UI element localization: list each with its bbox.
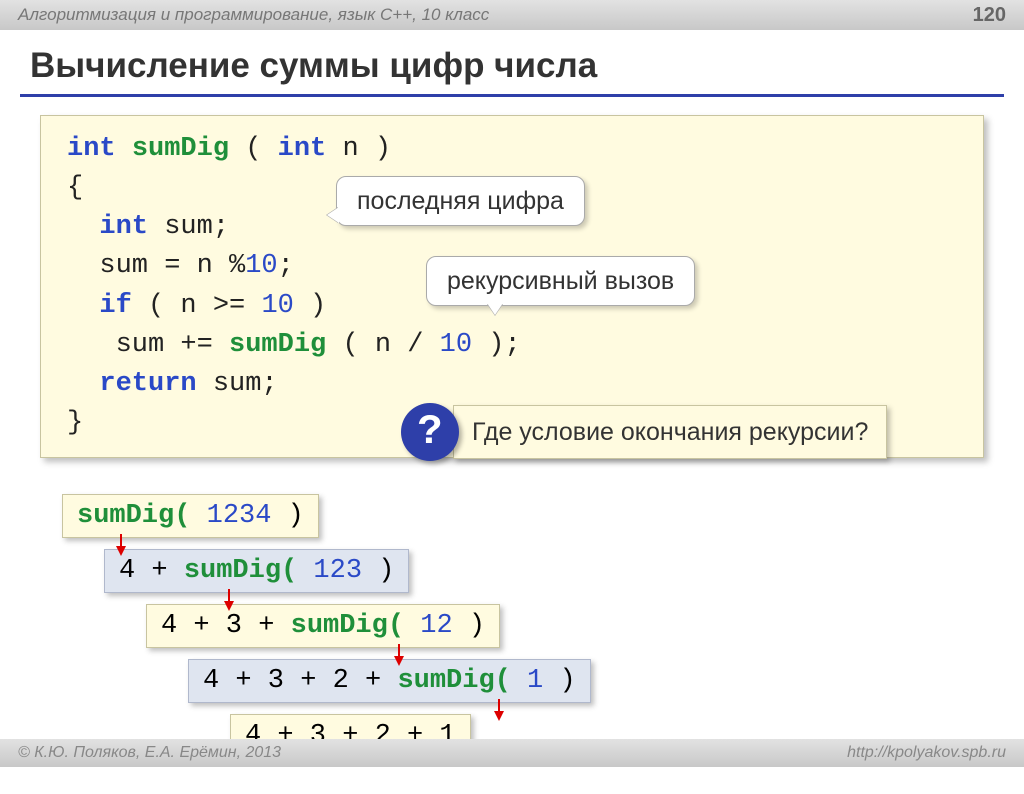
header: Алгоритмизация и программирование, язык …	[0, 0, 1024, 30]
footer-copyright: © К.Ю. Поляков, Е.А. Ерёмин, 2013	[18, 744, 281, 762]
footer-url: http://kpolyakov.spb.ru	[847, 744, 1006, 762]
question-text: Где условие окончания рекурсии?	[453, 405, 887, 459]
arrow-icon	[392, 644, 406, 666]
code-line-6: sum += sumDig ( n / 10 );	[67, 326, 965, 365]
arrow-icon	[222, 589, 236, 611]
callout-recursive-call: рекурсивный вызов	[426, 256, 695, 306]
page-number: 120	[973, 4, 1006, 27]
trace-row-1: sumDig( 1234 )	[62, 494, 319, 538]
title-underline	[20, 94, 1004, 97]
trace-row-4: 4 + 3 + 2 + sumDig( 1 )	[188, 659, 591, 703]
code-block: int sumDig ( int n ) { int sum; sum = n …	[40, 115, 984, 458]
footer: © К.Ю. Поляков, Е.А. Ерёмин, 2013 http:/…	[0, 739, 1024, 767]
trace-row-3: 4 + 3 + sumDig( 12 )	[146, 604, 500, 648]
question-mark-icon: ?	[401, 403, 459, 461]
trace-row-2: 4 + sumDig( 123 )	[104, 549, 409, 593]
callout-last-digit: последняя цифра	[336, 176, 585, 226]
page-title: Вычисление суммы цифр числа	[30, 46, 1024, 86]
arrow-icon	[114, 534, 128, 556]
question-banner: ? Где условие окончания рекурсии?	[401, 403, 887, 461]
code-line-7: return sum;	[67, 365, 965, 404]
course-name: Алгоритмизация и программирование, язык …	[18, 5, 489, 25]
code-line-1: int sumDig ( int n )	[67, 130, 965, 169]
arrow-icon	[492, 699, 506, 721]
